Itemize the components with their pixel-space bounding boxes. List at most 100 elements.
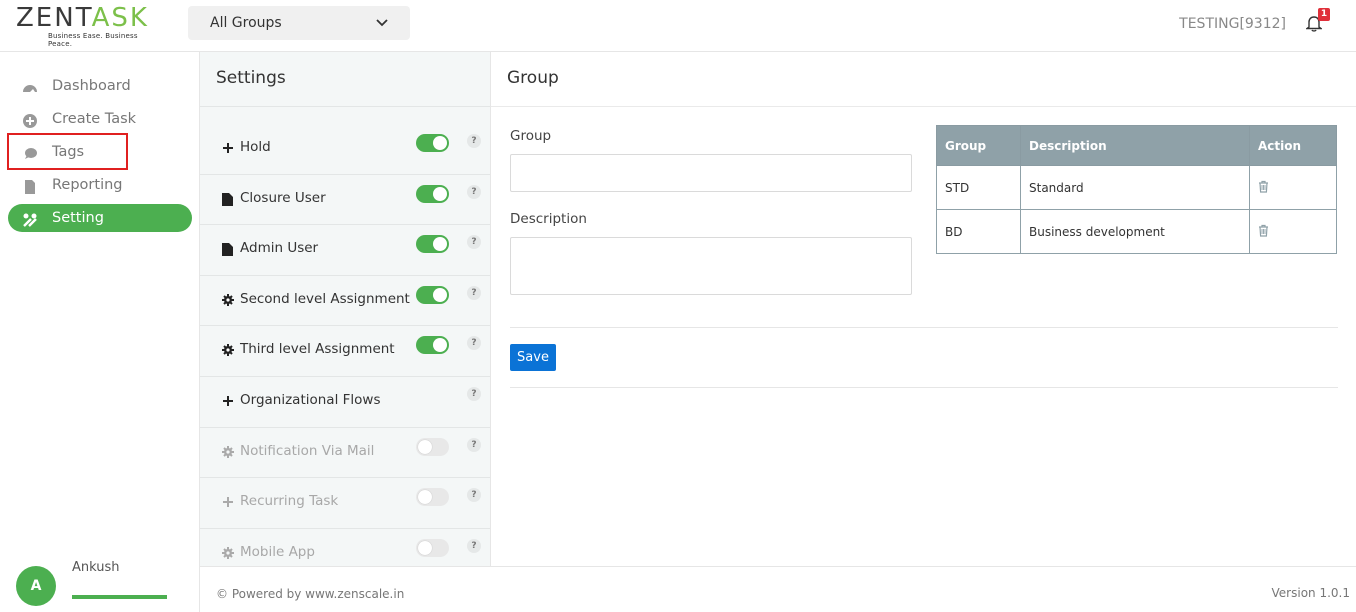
sidebar-item-label: Dashboard <box>52 78 131 94</box>
settings-item-second-level-assignment[interactable]: Second level Assignment ? <box>200 276 490 327</box>
group-cell: BD <box>936 209 1021 254</box>
settings-list: Hold ? Closure User ? Admin User ? Secon… <box>200 124 490 566</box>
trash-icon[interactable] <box>1258 180 1269 196</box>
file-icon <box>222 243 234 257</box>
settings-item-label: Second level Assignment <box>240 290 410 307</box>
group-table: Group Description Action STD Standard BD… <box>936 125 1337 254</box>
gear-icon <box>222 293 234 307</box>
settings-item-label: Closure User <box>240 189 326 206</box>
settings-item-label: Admin User <box>240 240 319 257</box>
settings-item-label: Third level Assignment <box>240 341 395 358</box>
settings-item-recurring-task[interactable]: Recurring Task ? <box>200 478 490 529</box>
settings-item-label: Notification Via Mail <box>240 442 375 459</box>
table-header-row: Group Description Action <box>936 125 1337 166</box>
settings-panel: Settings Hold ? Closure User ? Admin Use… <box>200 52 491 566</box>
document-icon <box>22 177 38 194</box>
description-input[interactable] <box>510 237 912 295</box>
chevron-down-icon <box>376 6 388 53</box>
description-field-label: Description <box>510 211 587 227</box>
user-code[interactable]: TESTING[9312] <box>1179 16 1286 32</box>
second-level-assignment-toggle[interactable] <box>416 285 449 304</box>
admin-user-toggle[interactable] <box>416 235 449 254</box>
settings-item-hold[interactable]: Hold ? <box>200 124 490 175</box>
main-content: Group Group Description Save Group Descr… <box>491 52 1356 566</box>
group-cell: STD <box>936 165 1021 210</box>
closure-user-toggle[interactable] <box>416 184 449 203</box>
settings-item-organizational-flows[interactable]: Organizational Flows ? <box>200 377 490 428</box>
tags-highlight-box <box>7 133 128 170</box>
help-icon[interactable]: ? <box>467 184 481 199</box>
zentask-logo[interactable]: ZENTASK Business Ease. Business Peace. <box>16 3 156 48</box>
column-header-group: Group <box>936 125 1021 166</box>
help-icon[interactable]: ? <box>467 285 481 300</box>
hold-toggle[interactable] <box>416 134 449 152</box>
help-icon[interactable]: ? <box>467 437 481 452</box>
help-icon[interactable]: ? <box>467 336 481 351</box>
user-name: Ankush <box>72 560 120 575</box>
gear-icon <box>222 445 234 459</box>
footer: © Powered by www.zenscale.in Version 1.0… <box>200 566 1356 612</box>
help-icon[interactable]: ? <box>467 134 481 148</box>
form-divider <box>510 387 1338 388</box>
action-cell <box>1249 209 1337 254</box>
group-field-label: Group <box>510 128 552 144</box>
settings-item-notification-via-mail[interactable]: Notification Via Mail ? <box>200 428 490 479</box>
page-title: Group <box>491 52 1356 107</box>
notification-badge: 1 <box>1318 8 1330 21</box>
sidebar-item-dashboard[interactable]: Dashboard <box>8 72 192 100</box>
gear-icon <box>222 546 234 560</box>
sidebar-item-label: Reporting <box>52 177 123 193</box>
settings-item-label: Hold <box>240 139 271 155</box>
plus-circle-icon <box>22 111 38 128</box>
plus-icon <box>222 395 234 408</box>
logo-wordmark: ZENTASK <box>16 3 149 33</box>
description-cell: Standard <box>1020 165 1250 210</box>
settings-item-label: Mobile App <box>240 543 315 560</box>
plus-icon <box>222 142 234 155</box>
logo-tagline: Business Ease. Business Peace. <box>48 32 138 48</box>
sidebar-user[interactable]: A Ankush <box>0 552 200 612</box>
sidebar-item-setting[interactable]: Setting <box>8 204 192 232</box>
file-icon <box>222 192 234 206</box>
settings-item-admin-user[interactable]: Admin User ? <box>200 225 490 276</box>
sidebar-item-label: Create Task <box>52 111 137 127</box>
tools-icon <box>22 210 38 227</box>
settings-item-closure-user[interactable]: Closure User ? <box>200 175 490 226</box>
sidebar-item-create-task[interactable]: Create Task <box>8 105 192 133</box>
help-icon[interactable]: ? <box>467 538 481 553</box>
third-level-assignment-toggle[interactable] <box>416 336 449 355</box>
settings-item-label: Organizational Flows <box>240 391 381 408</box>
column-header-action: Action <box>1249 125 1337 166</box>
help-icon[interactable]: ? <box>467 488 481 503</box>
sidebar-item-label: Setting <box>52 210 104 226</box>
top-bar: ZENTASK Business Ease. Business Peace. A… <box>0 0 1356 52</box>
avatar[interactable]: A <box>16 566 56 606</box>
settings-item-third-level-assignment[interactable]: Third level Assignment ? <box>200 326 490 377</box>
help-icon[interactable]: ? <box>467 386 481 401</box>
sidebar-item-reporting[interactable]: Reporting <box>8 171 192 199</box>
description-cell: Business development <box>1020 209 1250 254</box>
settings-item-mobile-app[interactable]: Mobile App ? <box>200 529 490 566</box>
sidebar: Dashboard Create Task Tags Reporting Set… <box>0 52 200 612</box>
version-label: Version 1.0.1 <box>1271 586 1350 600</box>
recurring-task-toggle[interactable] <box>416 488 449 507</box>
settings-item-label: Recurring Task <box>240 493 339 510</box>
notification-via-mail-toggle[interactable] <box>416 437 449 456</box>
table-row[interactable]: STD Standard <box>936 165 1337 210</box>
group-input[interactable] <box>510 154 912 192</box>
table-row[interactable]: BD Business development <box>936 209 1337 254</box>
mobile-app-toggle[interactable] <box>416 538 449 557</box>
user-progress-bar <box>72 595 167 599</box>
column-header-description: Description <box>1020 125 1250 166</box>
dashboard-icon <box>22 78 38 94</box>
form-divider <box>510 327 1338 328</box>
powered-by-link[interactable]: © Powered by www.zenscale.in <box>216 587 404 601</box>
trash-icon[interactable] <box>1258 224 1269 240</box>
help-icon[interactable]: ? <box>467 235 481 250</box>
action-cell <box>1249 165 1337 210</box>
group-selector-value: All Groups <box>210 15 282 31</box>
group-selector[interactable]: All Groups <box>188 6 410 40</box>
gear-icon <box>222 344 234 357</box>
settings-title: Settings <box>200 52 490 107</box>
save-button[interactable]: Save <box>510 344 556 371</box>
